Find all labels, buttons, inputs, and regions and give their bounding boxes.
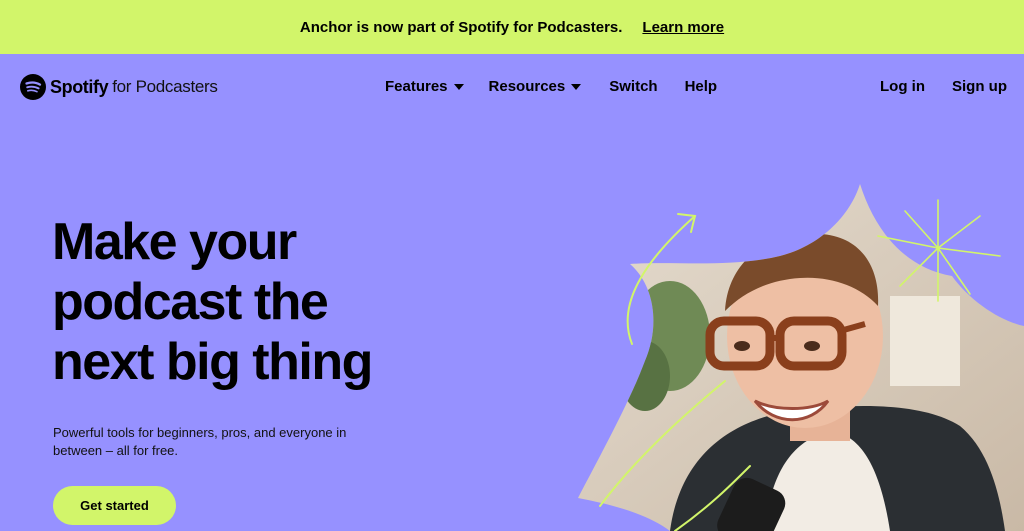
hero-title-line: Make your [52,213,297,271]
nav-item-features-label: Features [385,78,448,95]
hero-title: Make your podcast the next big thing [52,212,472,392]
get-started-button[interactable]: Get started [53,486,176,525]
spotify-logo-icon [20,74,46,100]
signup-link[interactable]: Sign up [952,78,1007,95]
hero-subtitle: Powerful tools for beginners, pros, and … [53,425,347,458]
main-navigation: Spotify for Podcasters Features Resource… [0,54,1024,122]
banner-text: Anchor is now part of Spotify for Podcas… [299,18,623,36]
account-links: Log in Sign up [880,78,1007,95]
logo-brand-text: Spotify [50,76,109,97]
logo-suffix-text: for Podcasters [112,77,218,96]
nav-item-resources-label: Resources [488,78,566,95]
podcaster-photo [578,184,1024,531]
caret-down-icon [571,83,582,90]
hero-title-line: next big thing [52,333,373,391]
nav-menu: Features Resources Switch Help [385,78,717,95]
spotify-for-podcasters-logo[interactable]: Spotify for Podcasters [20,74,218,100]
nav-item-resources[interactable]: Resources [489,78,582,95]
nav-item-switch-label: Switch [609,78,658,95]
nav-item-help-label: Help [684,78,718,95]
hero-image [578,184,1024,531]
nav-item-help[interactable]: Help [685,78,718,95]
caret-down-icon [453,83,464,90]
learn-more-link[interactable]: Learn more [642,19,724,36]
hero-title-line: podcast the [52,273,329,331]
login-link[interactable]: Log in [880,78,925,95]
nav-item-switch[interactable]: Switch [609,78,657,95]
nav-item-features[interactable]: Features [385,78,464,95]
announcement-banner: Anchor is now part of Spotify for Podcas… [0,0,1024,54]
